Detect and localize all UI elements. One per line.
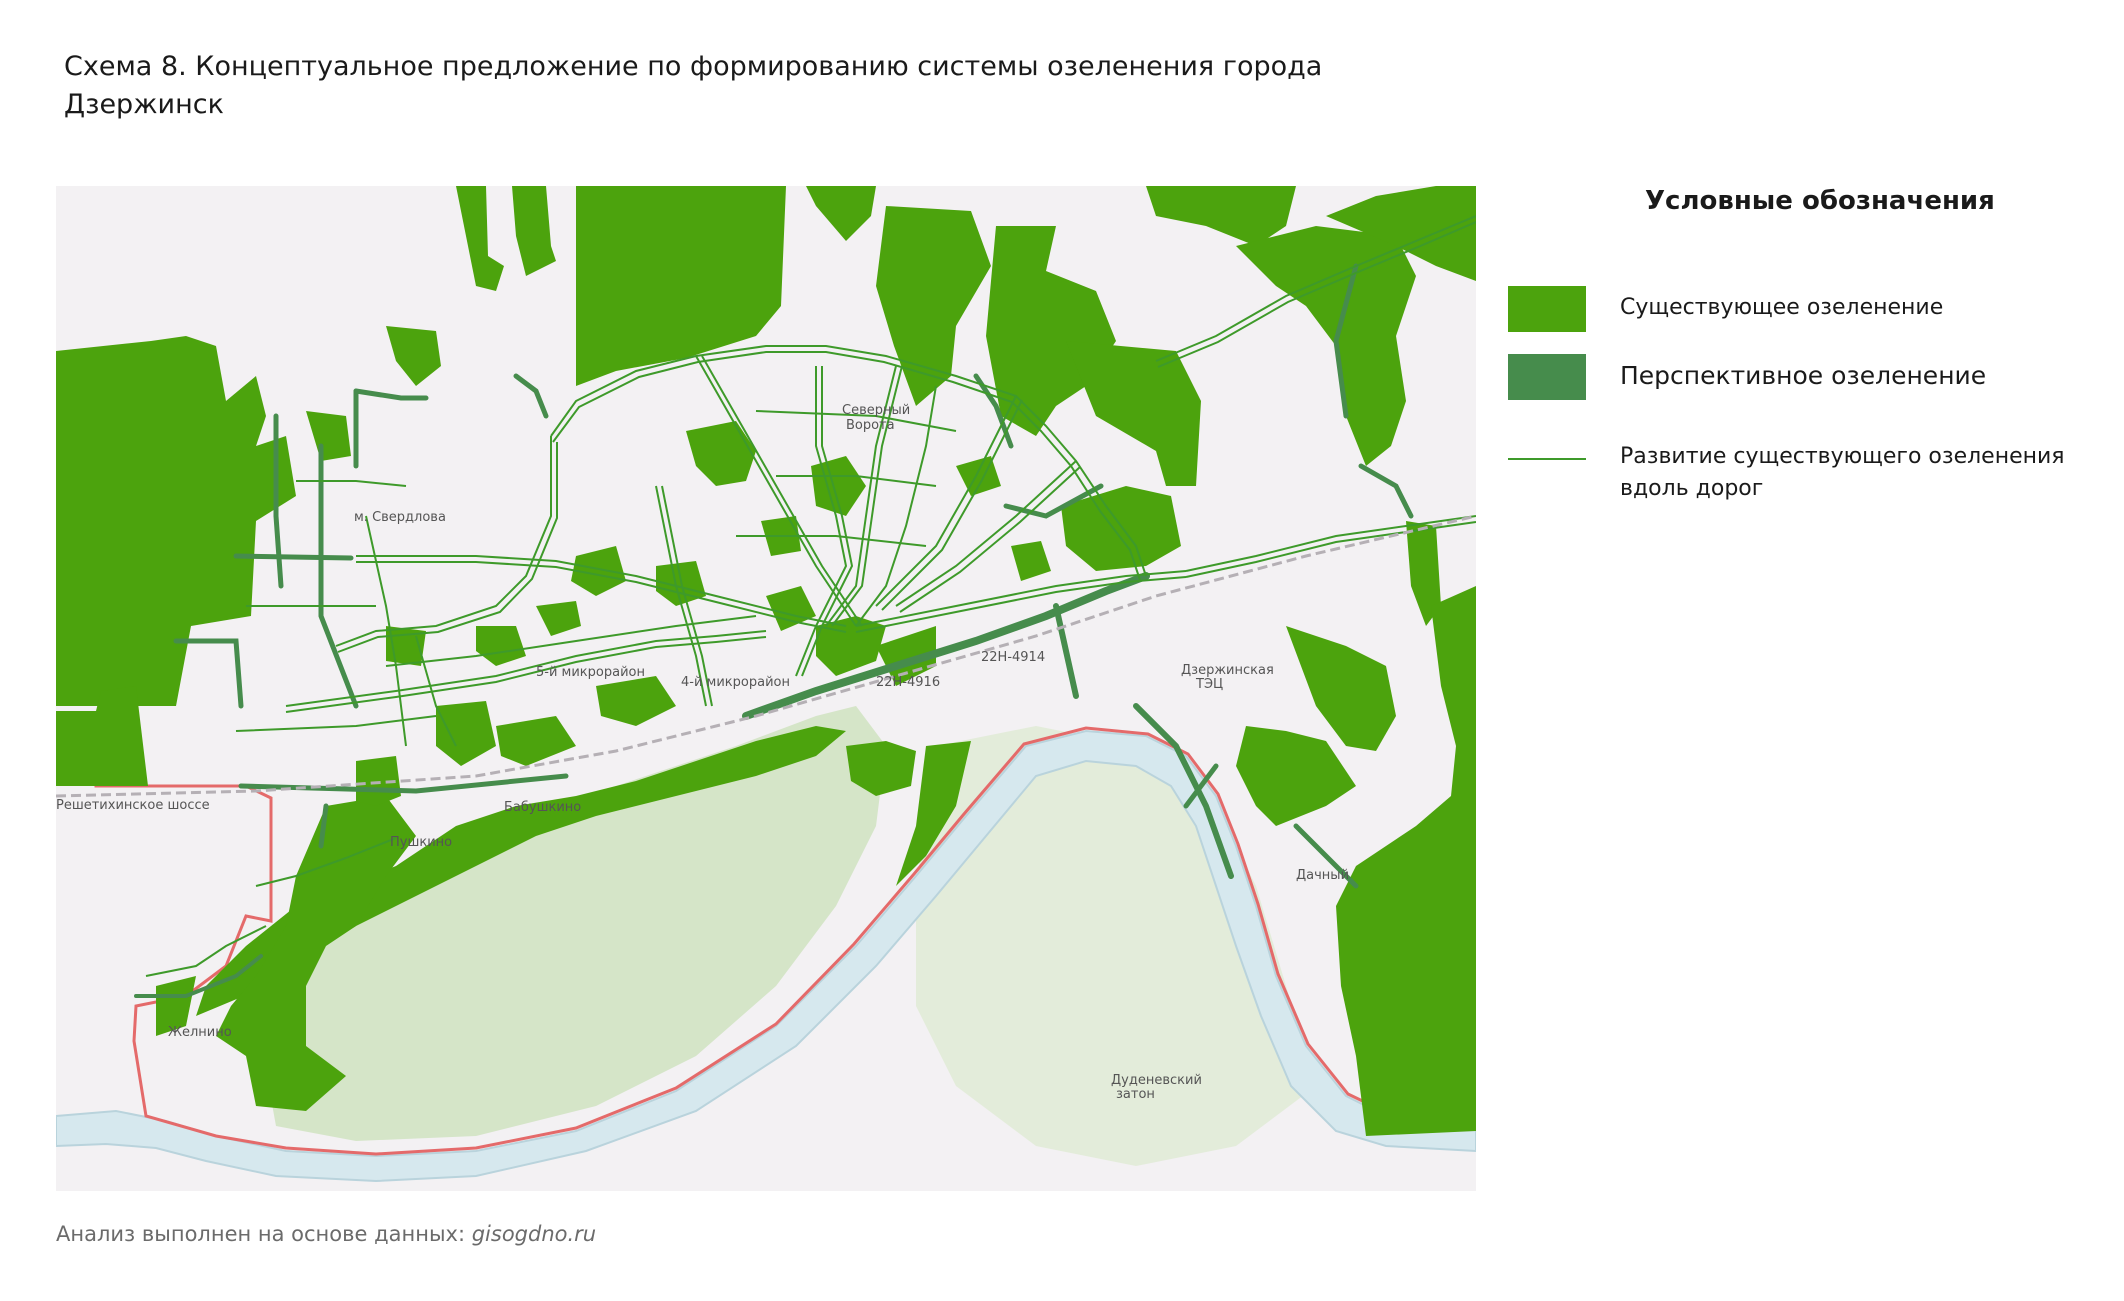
label-severny: Северный: [842, 403, 910, 418]
footer-source-link[interactable]: gisogdno.ru: [472, 1222, 596, 1246]
map-canvas[interactable]: м. Свердлова Северный Ворота Бабушкино П…: [56, 186, 1476, 1191]
map-svg[interactable]: м. Свердлова Северный Ворота Бабушкино П…: [56, 186, 1476, 1191]
label-babushkino: Бабушкино: [504, 800, 581, 815]
label-road2: 22Н-4914: [981, 650, 1045, 665]
label-zhelnino: Желнино: [168, 1025, 232, 1040]
legend-title: Условные обозначения: [1645, 186, 1995, 216]
legend-label-perspective: Перспективное озеленение: [1620, 361, 1987, 390]
legend-swatch-perspective: [1508, 354, 1586, 400]
label-mkr2: 4-й микрорайон: [681, 675, 790, 690]
map-title: Схема 8. Концептуальное предложение по ф…: [64, 48, 1464, 124]
label-vorota: Ворота: [846, 418, 895, 433]
map-title-line2: Дзержинск: [64, 89, 224, 120]
legend-label-roads: Развитие существующего озеленения: [1620, 444, 2065, 469]
label-dachny: Дачный: [1296, 868, 1349, 883]
label-reshetikha: Решетихинское шоссе: [56, 798, 210, 813]
label-zaton2: затон: [1116, 1087, 1155, 1102]
footer-source: Анализ выполнен на основе данных: gisogd…: [56, 1222, 596, 1246]
label-mkr1: 5-й микрорайон: [536, 665, 645, 680]
label-gres: Дзержинская: [1181, 663, 1274, 678]
label-zaton: Дуденевский: [1111, 1073, 1202, 1088]
label-sverdlova: м. Свердлова: [354, 510, 446, 525]
label-gres2: ТЭЦ: [1195, 677, 1223, 692]
legend-label-roads-2: вдоль дорог: [1620, 476, 1764, 501]
perspective-west-4: [233, 553, 354, 561]
label-road1: 22Н-4916: [876, 675, 940, 690]
legend-swatch-roads: [1508, 458, 1586, 460]
map-title-line1: Схема 8. Концептуальное предложение по ф…: [64, 51, 1323, 82]
label-pushkino: Пушкино: [390, 835, 452, 850]
legend-swatch-existing: [1508, 286, 1586, 332]
legend-label-existing: Существующее озеленение: [1620, 295, 1944, 320]
footer-prefix: Анализ выполнен на основе данных:: [56, 1222, 472, 1246]
